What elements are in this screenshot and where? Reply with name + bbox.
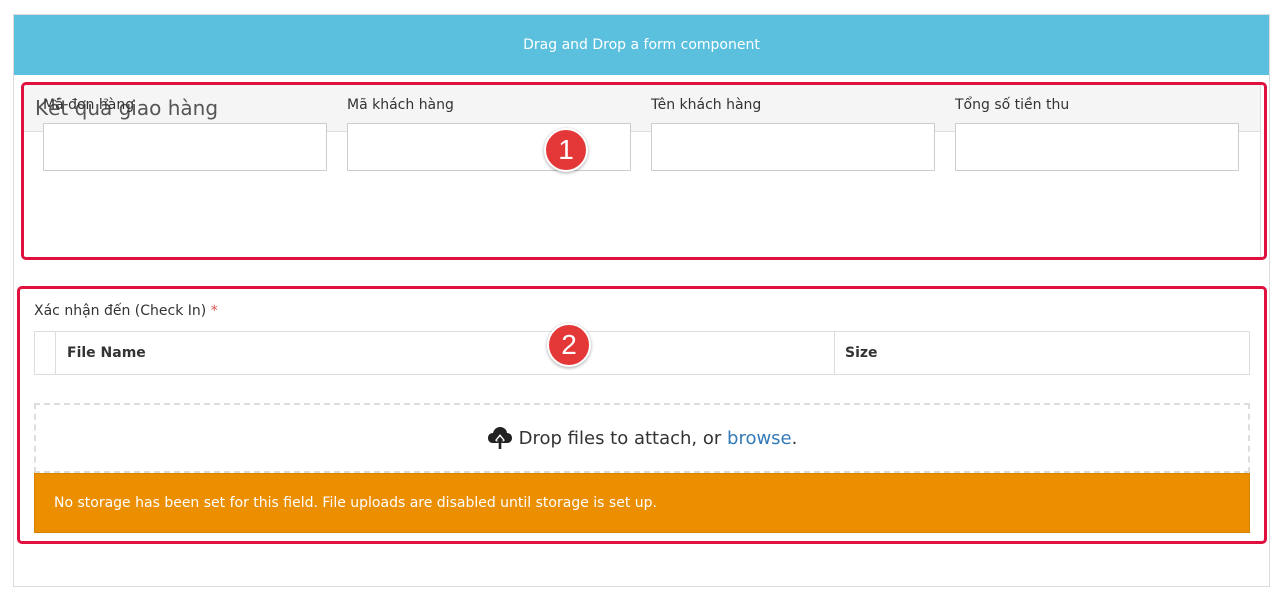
browse-link[interactable]: browse [727,428,792,449]
form-builder-canvas: Drag and Drop a form component Kết quả g… [13,14,1270,587]
required-marker: * [210,303,218,319]
cloud-upload-icon [487,426,513,450]
customer-name-label: Tên khách hàng [651,97,762,113]
total-amount-label: Tổng số tiền thu [955,97,1070,113]
customer-id-field: Mã khách hàng [347,95,631,171]
order-id-input[interactable] [43,123,327,171]
dropzone-period: . [791,427,798,449]
file-dropzone[interactable]: Drop files to attach, or browse. [34,403,1250,473]
size-column-header: Size [845,345,878,361]
order-id-label: Mã đơn hàng [43,97,135,113]
checkin-label-text: Xác nhận đến (Check In) [34,303,207,319]
annotation-badge-2: 2 [547,323,591,367]
customer-name-field: Tên khách hàng [651,95,935,171]
customer-id-label: Mã khách hàng [347,97,454,113]
storage-warning-text: No storage has been set for this field. … [54,495,657,511]
total-amount-input[interactable] [955,123,1239,171]
file-list-table: File Name Size [34,331,1250,375]
storage-warning: No storage has been set for this field. … [34,473,1250,533]
customer-name-input[interactable] [651,123,935,171]
annotation-badge-1: 1 [544,128,588,172]
checkin-file-label: Xác nhận đến (Check In) * [34,301,1250,321]
dropzone-text: Drop files to attach, or [518,427,728,449]
file-name-column-header: File Name [56,332,835,374]
total-amount-field: Tổng số tiền thu [955,95,1239,171]
panel-divider [23,83,1260,84]
customer-id-input[interactable] [347,123,631,171]
order-id-field: Mã đơn hàng [43,95,327,171]
file-table-handle-column [35,332,56,374]
checkin-file-field: Xác nhận đến (Check In) * File Name Size… [34,301,1250,533]
drop-banner-text: Drag and Drop a form component [523,37,760,53]
drop-component-banner[interactable]: Drag and Drop a form component [14,15,1269,75]
